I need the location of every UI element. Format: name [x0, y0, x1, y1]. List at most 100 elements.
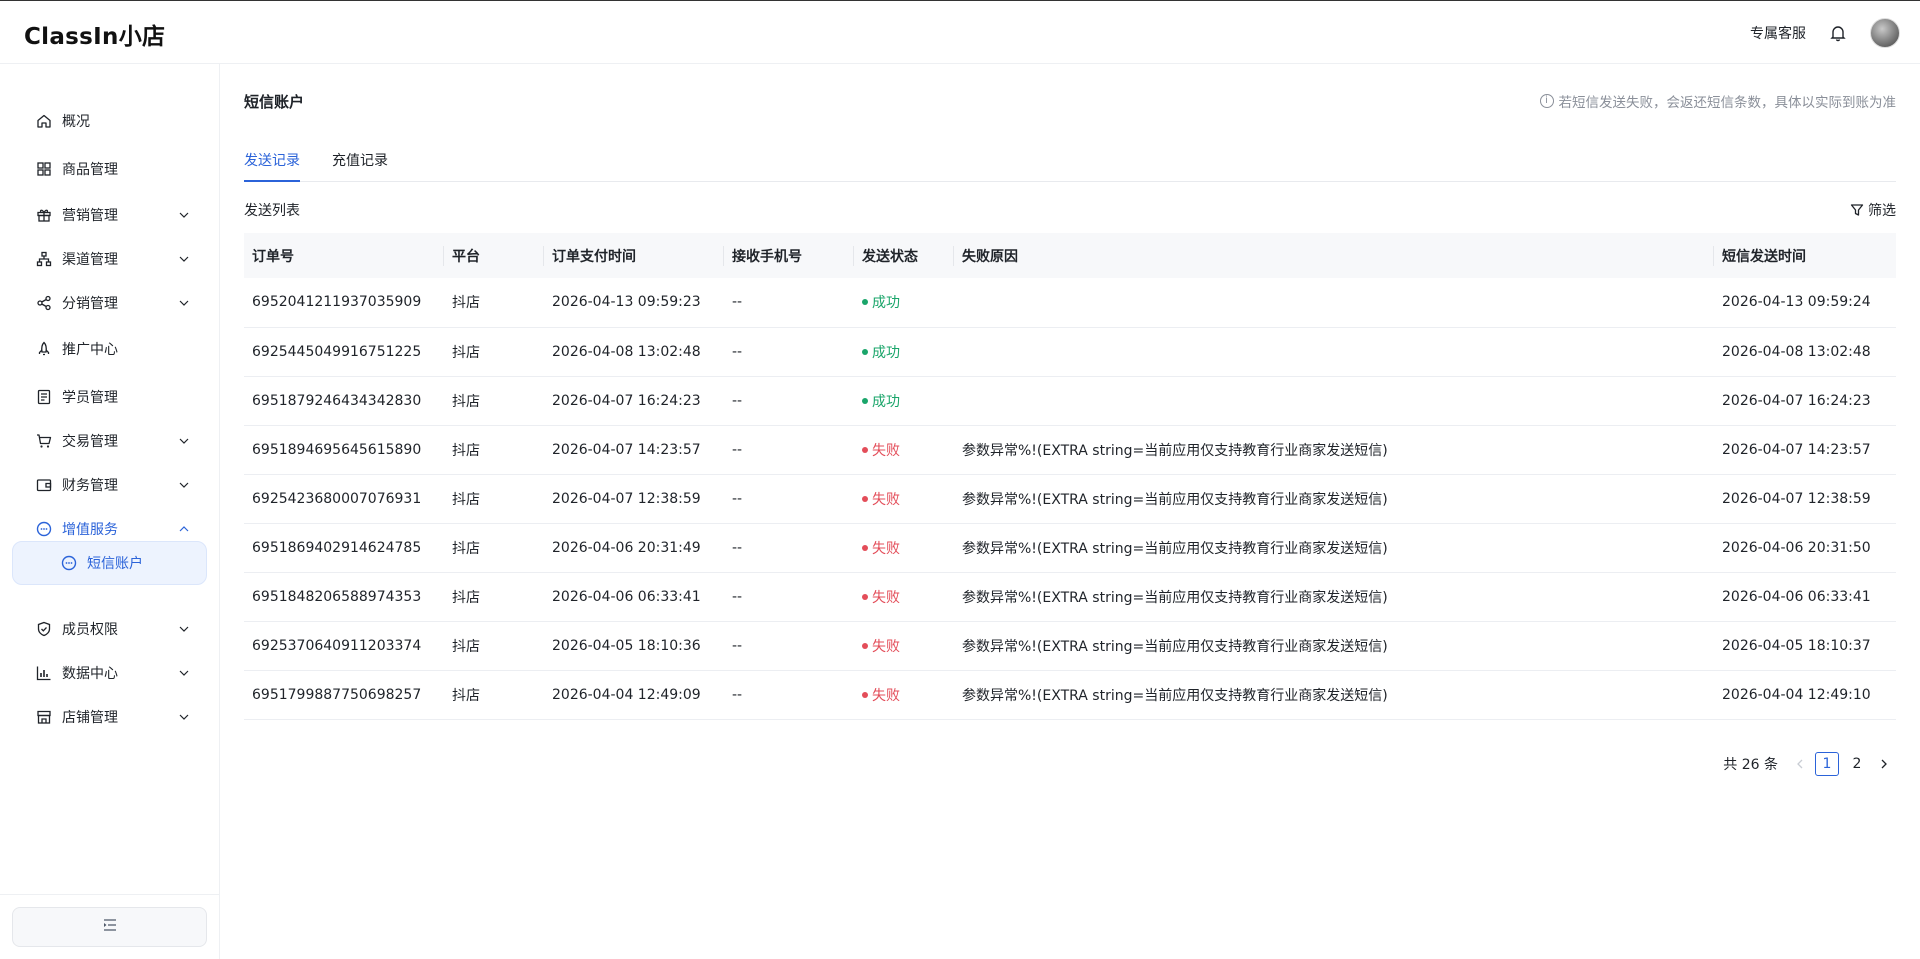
next-page-icon[interactable]: [1872, 752, 1896, 776]
tab-bar: 发送记录 充值记录: [244, 150, 1896, 182]
filter-button[interactable]: 筛选: [1850, 200, 1896, 220]
sidebar-item-12[interactable]: 店铺管理: [12, 698, 207, 736]
cell-platform: 抖店: [444, 278, 544, 328]
status-dot: [862, 642, 868, 649]
column-header-label: 接收手机号: [732, 248, 802, 265]
prev-page-icon[interactable]: [1788, 752, 1812, 776]
chat-icon: [36, 521, 52, 537]
student-icon: [36, 389, 52, 405]
user-avatar[interactable]: [1870, 18, 1900, 48]
status-dot: [862, 397, 868, 404]
app-logo[interactable]: ClassIn小店: [24, 17, 165, 51]
cell-pay-time: 2026-04-07 14:23:57: [544, 425, 724, 475]
column-header-label: 失败原因: [962, 248, 1018, 265]
column-header-platform: 平台: [444, 233, 544, 278]
status-dot: [862, 544, 868, 551]
cell-order-no: 6951869402914624785: [244, 523, 444, 573]
column-header-label: 发送状态: [862, 248, 918, 265]
cell-order-no: 6925423680007076931: [244, 474, 444, 524]
table-row: 6951848206588974353 抖店 2026-04-06 06:33:41…: [244, 572, 1896, 622]
cell-fail-reason: [954, 376, 1714, 426]
column-header-send-time: 短信发送时间: [1714, 233, 1896, 278]
sidebar-subitem-label: 短信账户: [87, 556, 143, 572]
top-bar: ClassIn小店 专属客服: [0, 0, 1920, 64]
status-badge: 失败: [862, 587, 900, 607]
chevron-down-icon: [177, 478, 191, 492]
cell-send-time: 2026-04-05 18:10:37: [1714, 621, 1896, 671]
sidebar-item-label: 推广中心: [62, 342, 118, 358]
sidebar-item-7[interactable]: 交易管理: [12, 422, 207, 460]
cell-status: 失败: [854, 474, 954, 524]
cell-fail-reason: 参数异常%!(EXTRA string=当前应用仅支持教育行业商家发送短信): [954, 523, 1714, 573]
chevron-down-icon: [177, 252, 191, 266]
cell-platform: 抖店: [444, 621, 544, 671]
sidebar-item-5[interactable]: 推广中心: [12, 330, 207, 368]
sidebar-item-11[interactable]: 数据中心: [12, 654, 207, 692]
sidebar-item-label: 交易管理: [62, 434, 118, 450]
sidebar-item-1[interactable]: 商品管理: [12, 150, 207, 188]
cell-send-time: 2026-04-07 12:38:59: [1714, 474, 1896, 524]
status-label: 成功: [872, 344, 900, 361]
chevron-down-icon: [177, 710, 191, 724]
column-header-fail-reason: 失败原因: [954, 233, 1714, 278]
status-dot: [862, 348, 868, 355]
sidebar-item-3[interactable]: 渠道管理: [12, 240, 207, 278]
status-badge: 失败: [862, 440, 900, 460]
sidebar-item-label: 店铺管理: [62, 710, 118, 726]
channel-icon: [36, 251, 52, 267]
sidebar-item-10[interactable]: 成员权限: [12, 610, 207, 648]
sidebar-item-8[interactable]: 财务管理: [12, 466, 207, 504]
chevron-down-icon: [177, 296, 191, 310]
column-header-order-no: 订单号: [244, 233, 444, 278]
status-label: 失败: [872, 638, 900, 655]
sidebar: 短信账户 概况商品管理营销管理渠道管理分销管理推广中心学员管理交易管理财务管理增…: [0, 64, 220, 959]
page-2-button[interactable]: 2: [1845, 752, 1869, 776]
status-badge: 失败: [862, 538, 900, 558]
sidebar-item-2[interactable]: 营销管理: [12, 196, 207, 234]
status-badge: 成功: [862, 342, 900, 362]
chat-icon: [61, 555, 77, 571]
cart-icon: [36, 433, 52, 449]
cell-order-no: 6925370640911203374: [244, 621, 444, 671]
status-dot: [862, 495, 868, 502]
sidebar-item-label: 增值服务: [62, 522, 118, 538]
cell-order-no: 6951894695645615890: [244, 425, 444, 475]
column-header-phone: 接收手机号: [724, 233, 854, 278]
sidebar-item-6[interactable]: 学员管理: [12, 378, 207, 416]
sidebar-item-0[interactable]: 概况: [12, 102, 207, 140]
notice-text: i 若短信发送失败，会返还短信条数，具体以实际到账为准: [1539, 91, 1896, 111]
cell-fail-reason: 参数异常%!(EXTRA string=当前应用仅支持教育行业商家发送短信): [954, 572, 1714, 622]
sidebar-item-label: 渠道管理: [62, 252, 118, 268]
cell-platform: 抖店: [444, 376, 544, 426]
filter-label: 筛选: [1868, 203, 1896, 219]
cell-platform: 抖店: [444, 327, 544, 377]
table-row: 6925445049916751225 抖店 2026-04-08 13:02:48…: [244, 327, 1896, 377]
column-header-pay-time: 订单支付时间: [544, 233, 724, 278]
status-label: 失败: [872, 687, 900, 704]
column-header-status: 发送状态: [854, 233, 954, 278]
shield-icon: [36, 621, 52, 637]
table-row: 6925370640911203374 抖店 2026-04-05 18:10:36…: [244, 621, 1896, 671]
cell-status: 失败: [854, 523, 954, 573]
sidebar-item-label: 分销管理: [62, 296, 118, 312]
cell-status: 失败: [854, 572, 954, 622]
tab-recharge-records[interactable]: 充值记录: [332, 150, 388, 182]
sidebar-item-9[interactable]: 增值服务: [12, 510, 207, 548]
cell-phone: --: [724, 523, 854, 573]
page-title: 短信账户: [244, 93, 305, 111]
page-1-button[interactable]: 1: [1815, 752, 1839, 776]
bell-icon[interactable]: [1828, 23, 1848, 43]
sidebar-item-label: 数据中心: [62, 666, 118, 682]
sidebar-item-4[interactable]: 分销管理: [12, 284, 207, 322]
cell-fail-reason: 参数异常%!(EXTRA string=当前应用仅支持教育行业商家发送短信): [954, 425, 1714, 475]
cell-platform: 抖店: [444, 572, 544, 622]
cell-phone: --: [724, 376, 854, 426]
support-link[interactable]: 专属客服: [1750, 23, 1806, 43]
chart-icon: [36, 665, 52, 681]
cell-phone: --: [724, 621, 854, 671]
sidebar-collapse-button[interactable]: [12, 907, 207, 947]
sidebar-item-label: 概况: [62, 114, 90, 130]
cell-platform: 抖店: [444, 523, 544, 573]
status-label: 失败: [872, 540, 900, 557]
tab-send-records[interactable]: 发送记录: [244, 150, 300, 182]
